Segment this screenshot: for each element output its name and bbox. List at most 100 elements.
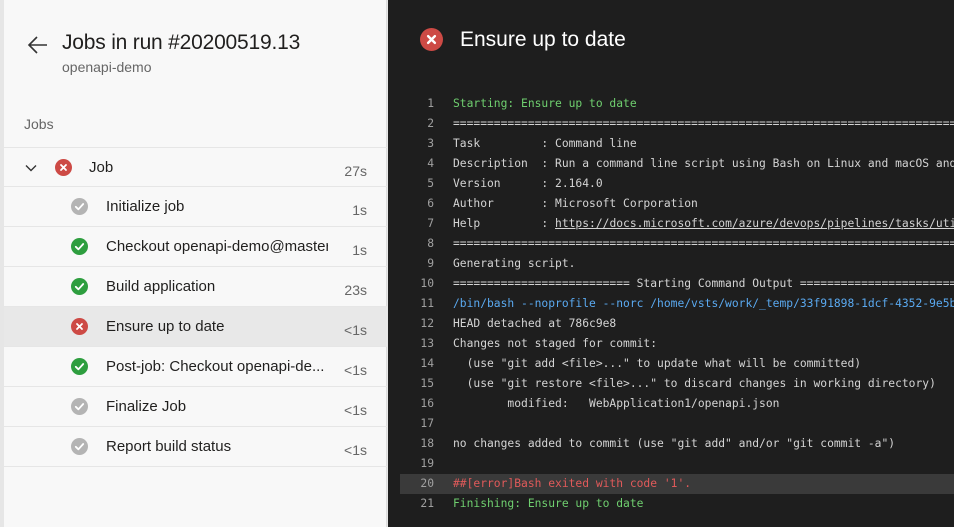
line-number: 16 <box>420 397 434 410</box>
log-line: 10 ========================== Starting Co… <box>388 274 954 294</box>
success-status-icon <box>71 278 88 295</box>
log-text: Finishing: Ensure up to date <box>453 497 644 510</box>
step-name: Initialize job <box>106 198 185 215</box>
log-text: /bin/bash --noprofile --norc /home/vsts/… <box>453 297 954 310</box>
log-line: 3 Task : Command line <box>388 134 954 154</box>
line-number: 5 <box>427 177 434 190</box>
step-name: Ensure up to date <box>106 318 225 335</box>
line-number: 13 <box>420 337 434 350</box>
log-text: ========================================… <box>453 117 954 130</box>
log-line: 2 =======================================… <box>388 114 954 134</box>
step-list: Initialize job 1s Checkout openapi-demo@ma… <box>4 187 387 467</box>
step-name: Report build status <box>106 438 232 455</box>
step-duration: <1s <box>344 402 367 418</box>
log-text: Task : Command line <box>453 137 637 150</box>
log-line: 4 Description : Run a command line script… <box>388 154 954 174</box>
job-row[interactable]: Job 27s <box>4 147 387 187</box>
line-number: 10 <box>420 277 434 290</box>
log-line: 17 <box>388 414 954 434</box>
step-row[interactable]: Ensure up to date <1s <box>4 307 387 347</box>
job-name: Job <box>89 159 114 176</box>
success-status-icon <box>71 358 88 375</box>
job-duration: 27s <box>344 163 367 179</box>
step-row[interactable]: Finalize Job <1s <box>4 387 387 427</box>
step-duration: 23s <box>344 282 367 298</box>
line-number: 15 <box>420 377 434 390</box>
log-line: 14 (use "git add <file>..." to update wh… <box>388 354 954 374</box>
line-number: 14 <box>420 357 434 370</box>
log-line: 8 =======================================… <box>388 234 954 254</box>
page-title: Jobs in run #20200519.13 <box>62 31 301 54</box>
log-line: 15 (use "git restore <file>..." to disca… <box>388 374 954 394</box>
log-text: Help : https://docs.microsoft.com/azure/… <box>453 214 954 234</box>
skipped-status-icon <box>71 398 88 415</box>
line-number: 18 <box>420 437 434 450</box>
log-text: ##[error]Bash exited with code '1'. <box>453 477 692 490</box>
jobs-panel: Jobs in run #20200519.13 openapi-demo Jo… <box>4 0 387 527</box>
log-title: Ensure up to date <box>460 28 626 51</box>
log-line: 19 <box>388 454 954 474</box>
failed-status-icon <box>55 159 72 176</box>
log-line: 21 Finishing: Ensure up to date <box>388 494 954 514</box>
log-text: modified: WebApplication1/openapi.json <box>453 397 780 410</box>
log-text: ========================================… <box>453 237 954 250</box>
log-line: 20 ##[error]Bash exited with code '1'. <box>400 474 954 494</box>
log-line: 1 Starting: Ensure up to date <box>388 94 954 114</box>
log-panel: Ensure up to date 1 Starting: Ensure up t… <box>388 0 954 527</box>
skipped-status-icon <box>71 198 88 215</box>
line-number: 20 <box>420 477 434 490</box>
log-line: 13 Changes not staged for commit: <box>388 334 954 354</box>
help-link[interactable]: https://docs.microsoft.com/azure/devops/… <box>555 217 954 230</box>
step-duration: <1s <box>344 442 367 458</box>
log-text: Generating script. <box>453 257 576 270</box>
step-duration: <1s <box>344 362 367 378</box>
step-name: Checkout openapi-demo@master... <box>106 238 328 255</box>
step-row[interactable]: Initialize job 1s <box>4 187 387 227</box>
step-row[interactable]: Checkout openapi-demo@master... 1s <box>4 227 387 267</box>
success-status-icon <box>71 238 88 255</box>
line-number: 8 <box>427 237 434 250</box>
chevron-down-icon[interactable] <box>24 161 38 175</box>
line-number: 1 <box>427 97 434 110</box>
step-row[interactable]: Report build status <1s <box>4 427 387 467</box>
log-text: Changes not staged for commit: <box>453 337 658 350</box>
log-text: Version : 2.164.0 <box>453 177 603 190</box>
line-number: 2 <box>427 117 434 130</box>
log-text: ========================== Starting Comm… <box>453 277 954 290</box>
step-name: Post-job: Checkout openapi-de... <box>106 358 325 375</box>
log-text: HEAD detached at 786c9e8 <box>453 317 617 330</box>
line-number: 3 <box>427 137 434 150</box>
log-text: Starting: Ensure up to date <box>453 97 637 110</box>
step-name: Finalize Job <box>106 398 187 415</box>
line-number: 17 <box>420 417 434 430</box>
line-number: 11 <box>420 297 434 310</box>
log-text: no changes added to commit (use "git add… <box>453 437 896 450</box>
back-arrow-icon[interactable] <box>26 34 50 56</box>
step-row[interactable]: Build application 23s <box>4 267 387 307</box>
log-output: 1 Starting: Ensure up to date 2 ===========… <box>388 94 954 514</box>
failed-status-icon <box>420 28 443 51</box>
log-line: 18 no changes added to commit (use "git a… <box>388 434 954 454</box>
log-line: 5 Version : 2.164.0 <box>388 174 954 194</box>
log-text: (use "git restore <file>..." to discard … <box>453 377 936 390</box>
log-line: 12 HEAD detached at 786c9e8 <box>388 314 954 334</box>
log-text: Description : Run a command line script … <box>453 157 954 170</box>
line-number: 12 <box>420 317 434 330</box>
step-duration: 1s <box>352 202 367 218</box>
line-number: 6 <box>427 197 434 210</box>
line-number: 9 <box>427 257 434 270</box>
step-duration: 1s <box>352 242 367 258</box>
pipeline-name: openapi-demo <box>62 59 152 75</box>
section-label-jobs: Jobs <box>24 116 54 132</box>
log-line: 11/bin/bash --noprofile --norc /home/vst… <box>388 294 954 314</box>
line-number: 21 <box>420 497 434 510</box>
log-line: 16 modified: WebApplication1/openapi.jso… <box>388 394 954 414</box>
step-duration: <1s <box>344 322 367 338</box>
step-row[interactable]: Post-job: Checkout openapi-de... <1s <box>4 347 387 387</box>
log-text: (use "git add <file>..." to update what … <box>453 357 862 370</box>
skipped-status-icon <box>71 438 88 455</box>
log-text: Author : Microsoft Corporation <box>453 197 698 210</box>
line-number: 19 <box>420 457 434 470</box>
failed-status-icon <box>71 318 88 335</box>
line-number: 4 <box>427 157 434 170</box>
